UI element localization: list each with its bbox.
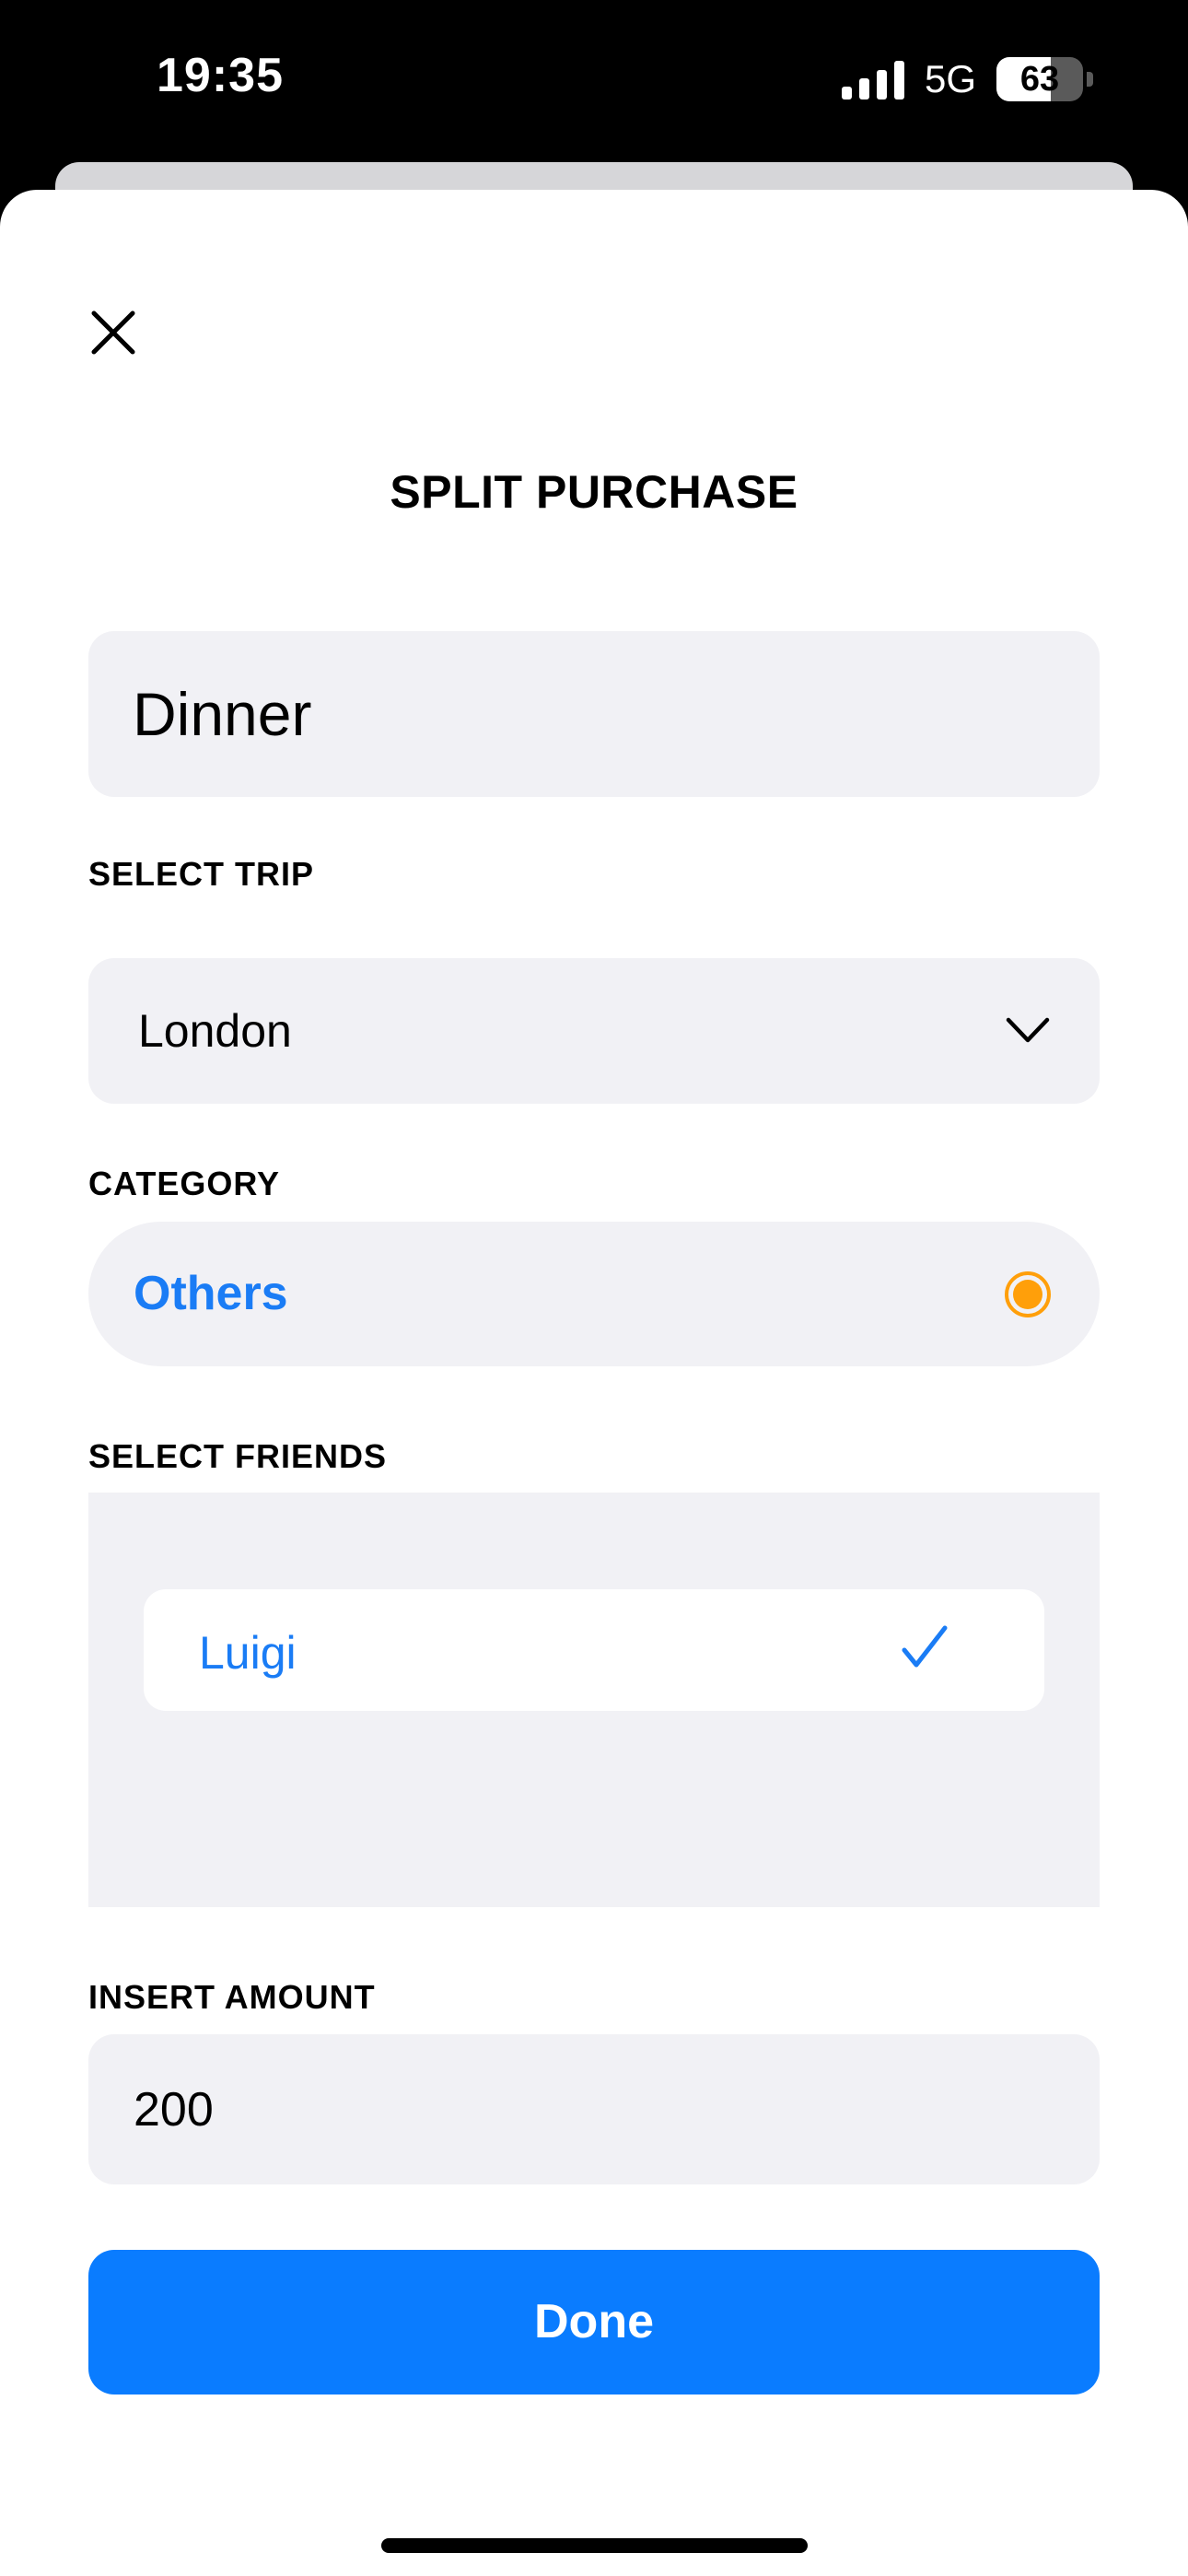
close-icon[interactable] [81, 300, 146, 365]
friends-list: Luigi [88, 1493, 1100, 1907]
friend-item-luigi[interactable]: Luigi [144, 1589, 1044, 1711]
purchase-name-field[interactable] [88, 631, 1100, 797]
category-label: CATEGORY [88, 1165, 281, 1202]
amount-field[interactable] [88, 2034, 1100, 2184]
checkmark-icon [902, 1625, 948, 1668]
select-trip-label: SELECT TRIP [88, 855, 315, 893]
trip-dropdown[interactable]: London [88, 958, 1100, 1104]
network-type: 5G [925, 57, 977, 100]
category-selector[interactable]: Others [88, 1222, 1100, 1366]
status-bar: 19:35 5G 63 [0, 0, 1188, 164]
split-purchase-sheet [0, 190, 1188, 2576]
purchase-name-input[interactable] [133, 631, 1063, 797]
battery-level: 63 [1019, 60, 1060, 99]
cellular-signal-icon [842, 61, 904, 100]
status-time: 19:35 [157, 49, 284, 102]
page-title: SPLIT PURCHASE [390, 466, 798, 518]
chevron-down-icon [1006, 1017, 1050, 1043]
trip-selected-value: London [138, 1005, 292, 1057]
category-selected-value: Others [134, 1267, 288, 1320]
select-friends-label: SELECT FRIENDS [88, 1437, 388, 1475]
amount-input[interactable] [134, 2034, 1063, 2184]
category-dot-icon [1005, 1271, 1051, 1317]
insert-amount-label: INSERT AMOUNT [88, 1978, 376, 2016]
battery-cap [1087, 72, 1093, 87]
battery-icon: 63 [996, 57, 1083, 101]
done-button[interactable]: Done [88, 2250, 1100, 2395]
friend-name: Luigi [199, 1627, 297, 1679]
home-indicator [381, 2538, 808, 2553]
